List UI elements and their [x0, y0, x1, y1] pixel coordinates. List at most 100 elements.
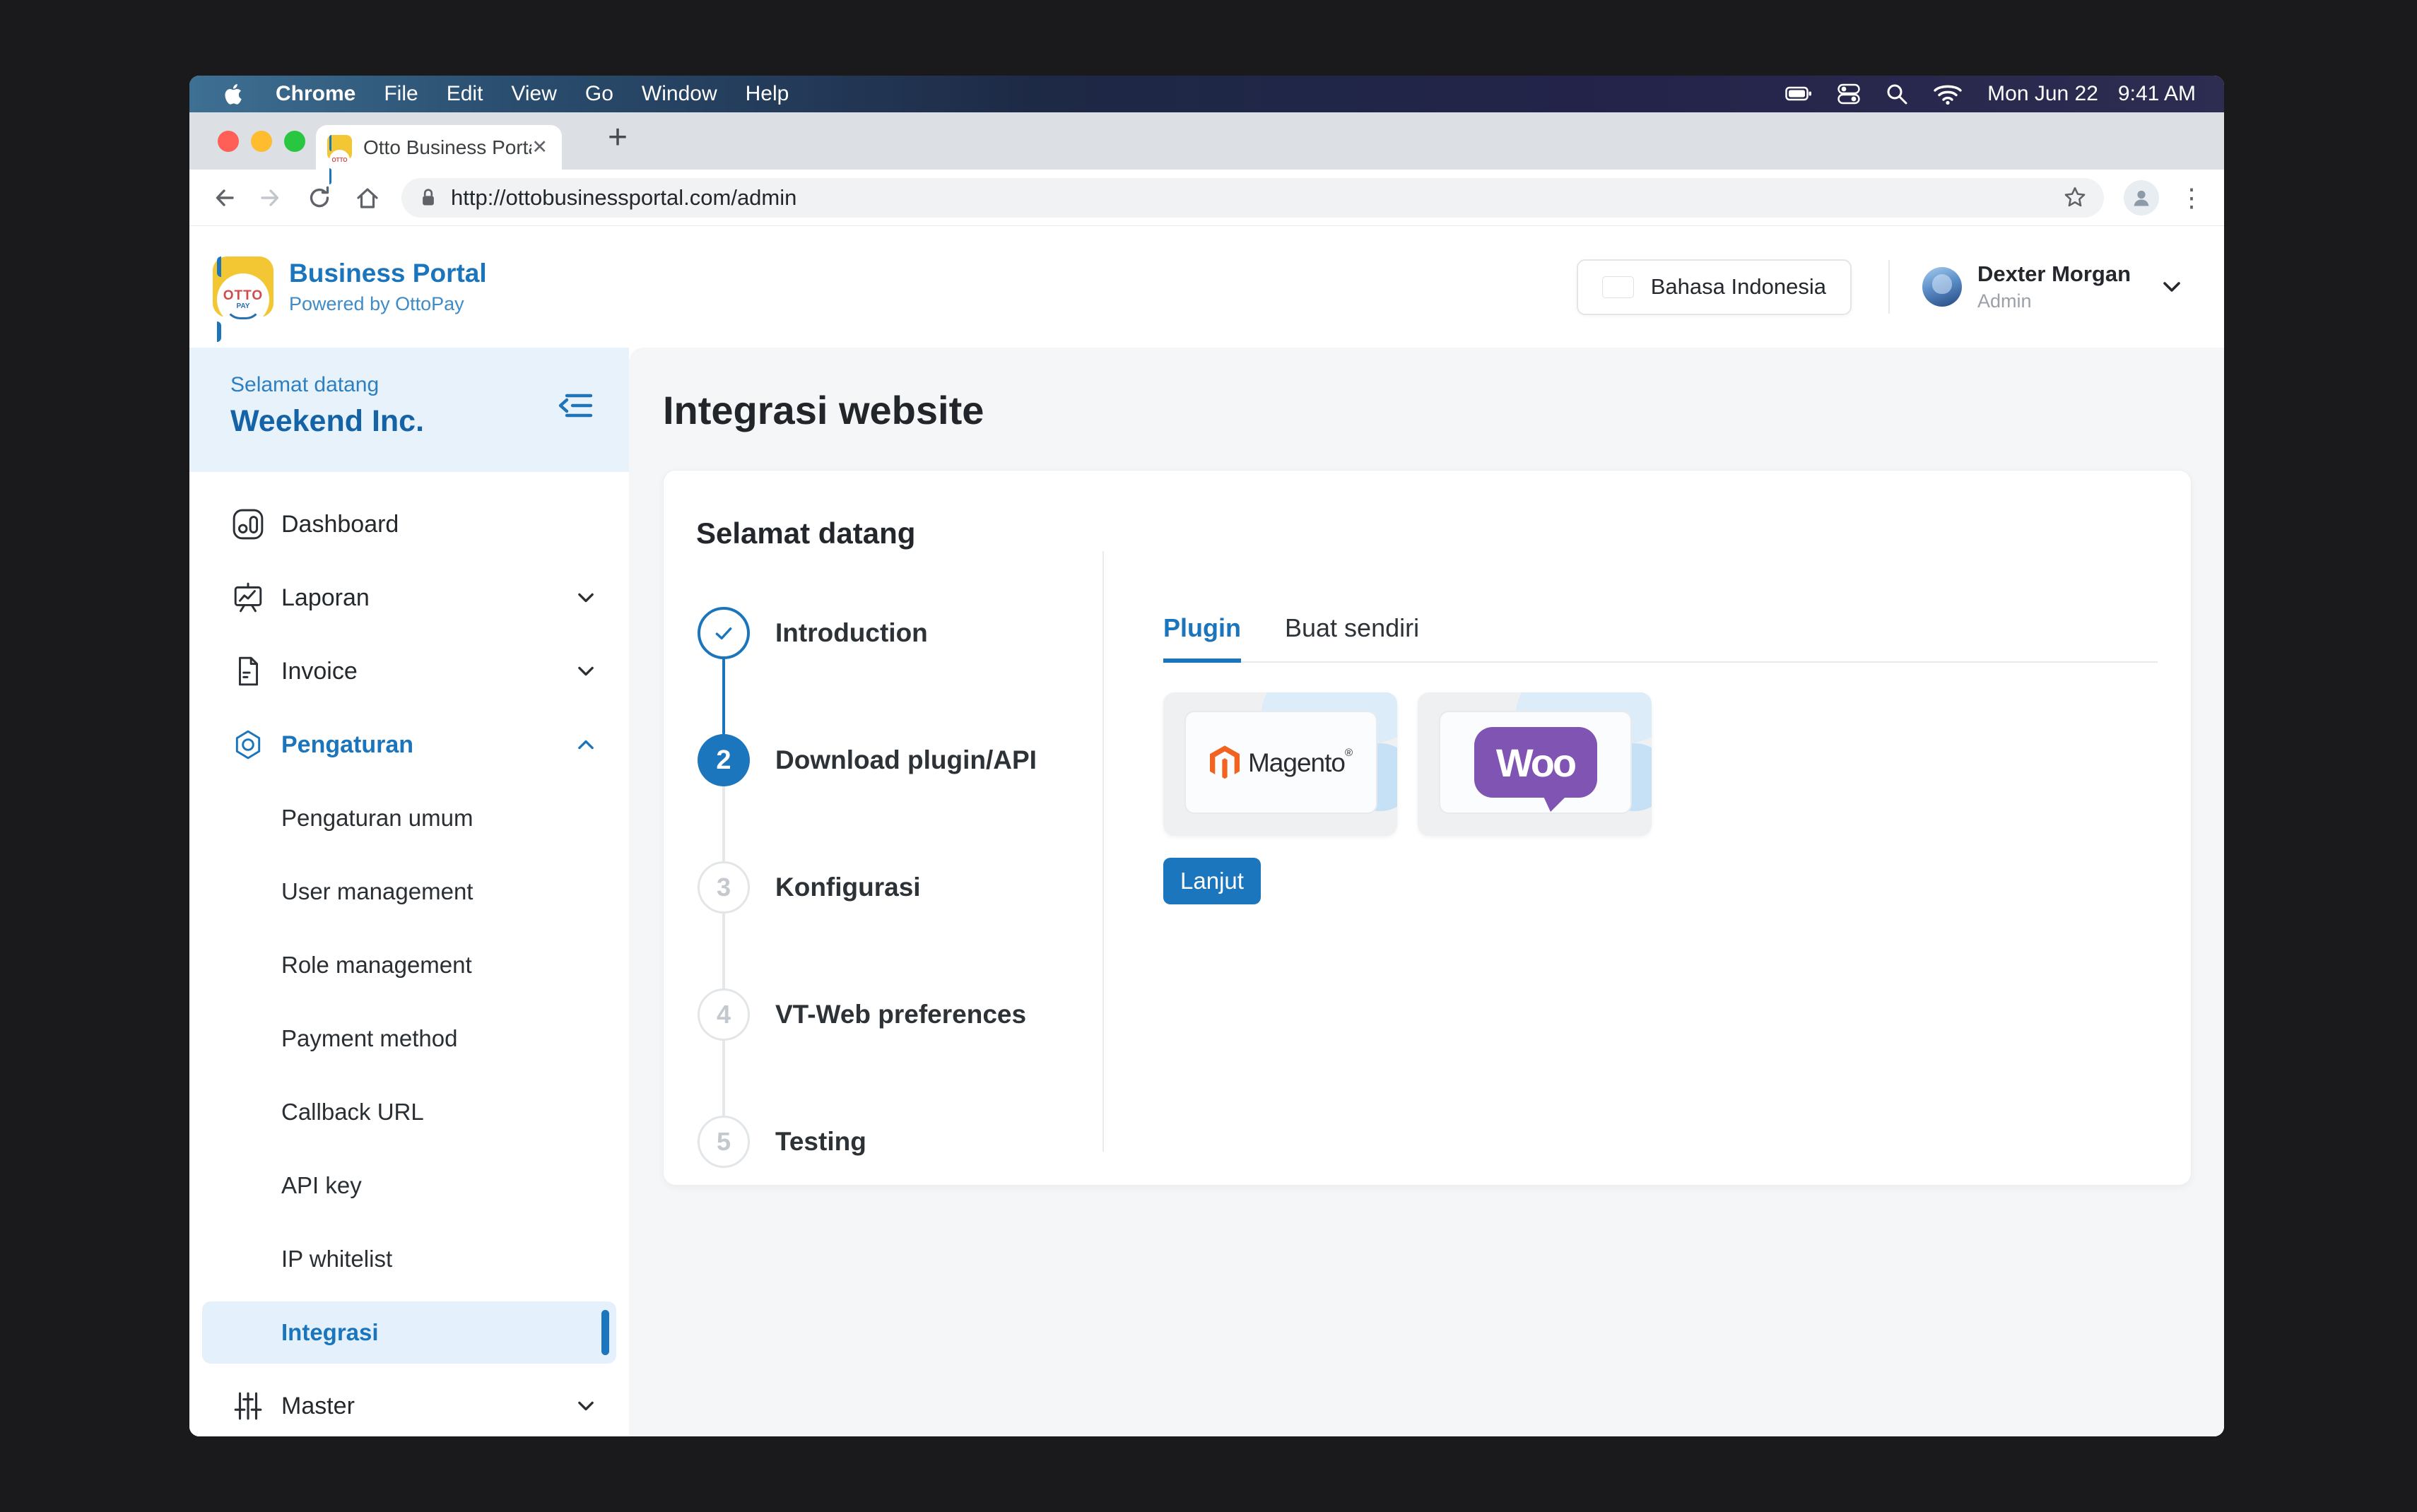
magento-icon [1210, 745, 1240, 779]
control-center-icon[interactable] [1837, 83, 1860, 105]
logo-text: OTTO [223, 289, 263, 302]
minimize-window-button[interactable] [251, 131, 272, 152]
sidebar-item-invoice[interactable]: Invoice [189, 634, 629, 708]
step-label: Introduction [775, 618, 928, 648]
home-icon [353, 184, 382, 212]
back-icon [209, 184, 237, 212]
user-role: Admin [1977, 290, 2131, 312]
sidebar-item-pengaturan[interactable]: Pengaturan [189, 708, 629, 781]
step-circle-todo: 4 [698, 988, 750, 1041]
bookmark-star-icon[interactable] [2063, 186, 2087, 210]
main-content: Integrasi website Selamat datang [629, 348, 2224, 1436]
screen: Chrome File Edit View Go Window Help Mon… [189, 76, 2224, 1436]
battery-icon[interactable] [1785, 85, 1812, 103]
invoice-icon [232, 655, 264, 687]
menu-kebab-icon[interactable]: ⋮ [2179, 185, 2204, 211]
sidebar-subitem-pengaturan-umum[interactable]: Pengaturan umum [189, 781, 629, 855]
step-label: Testing [775, 1127, 866, 1157]
welcome-panel: Selamat datang Weekend Inc. [189, 348, 629, 472]
search-icon[interactable] [1886, 83, 1908, 105]
back-button[interactable] [209, 184, 237, 212]
menubar-item-window[interactable]: Window [642, 82, 717, 106]
sliders-icon [232, 1390, 264, 1422]
woocommerce-tile: Woo [1439, 711, 1632, 814]
sidebar-item-label: Pengaturan [281, 731, 413, 759]
sidebar-subitem-ip-whitelist[interactable]: IP whitelist [189, 1222, 629, 1296]
tab-close-icon[interactable]: ✕ [531, 136, 548, 158]
magento-tile: Magento® [1184, 711, 1377, 814]
address-bar[interactable]: http://ottobusinessportal.com/admin [401, 178, 2104, 218]
sidebar-item-master[interactable]: Master [189, 1369, 629, 1436]
zoom-window-button[interactable] [284, 131, 305, 152]
sidebar-menu: Dashboard Laporan [189, 472, 629, 1436]
magento-logo: Magento® [1210, 745, 1352, 779]
menubar-item-edit[interactable]: Edit [447, 82, 483, 106]
url-text[interactable]: http://ottobusinessportal.com/admin [451, 185, 2050, 211]
forward-button[interactable] [257, 184, 286, 212]
check-icon [709, 618, 739, 648]
tab-buat-sendiri[interactable]: Buat sendiri [1285, 613, 1419, 661]
browser-profile-button[interactable] [2124, 180, 2159, 215]
menubar-date[interactable]: Mon Jun 22 [1987, 82, 2098, 106]
step-download-plugin-api[interactable]: 2 Download plugin/API [696, 697, 1102, 824]
settings-icon [232, 728, 264, 761]
sidebar-subitem-label: Integrasi [281, 1319, 379, 1346]
browser-tab[interactable]: OTTO Otto Business Portal ✕ [316, 125, 562, 170]
language-selector-button[interactable]: Bahasa Indonesia [1577, 259, 1852, 315]
menubar-item-file[interactable]: File [384, 82, 418, 106]
reload-icon [305, 184, 334, 212]
tab-title: Otto Business Portal [363, 136, 531, 159]
plugin-card-woocommerce[interactable]: Woo [1418, 692, 1652, 836]
plugin-card-magento[interactable]: Magento® [1163, 692, 1397, 836]
page-title: Integrasi website [663, 387, 2192, 433]
step-introduction[interactable]: Introduction [696, 569, 1102, 697]
home-button[interactable] [353, 184, 382, 212]
woocommerce-logo: Woo [1474, 727, 1597, 798]
sidebar-subitem-api-key[interactable]: API key [189, 1149, 629, 1222]
close-window-button[interactable] [218, 131, 239, 152]
menubar-item-view[interactable]: View [511, 82, 556, 106]
setup-stepper: Introduction 2 Download plugin/API 3 Kon… [696, 551, 1104, 1152]
woo-label: Woo [1496, 740, 1575, 786]
card-title: Selamat datang [696, 516, 2191, 551]
sidebar-item-laporan[interactable]: Laporan [189, 561, 629, 634]
wifi-icon[interactable] [1934, 83, 1962, 105]
sidebar-subitem-user-management[interactable]: User management [189, 855, 629, 928]
sidebar-subitem-callback-url[interactable]: Callback URL [189, 1075, 629, 1149]
magento-label: Magento® [1248, 747, 1352, 778]
continue-button[interactable]: Lanjut [1163, 858, 1261, 904]
step-circle-done [698, 607, 750, 659]
plugin-tabs: Plugin Buat sendiri [1163, 613, 2158, 663]
collapse-sidebar-button[interactable] [557, 391, 594, 420]
brand-subtitle: Powered by OttoPay [289, 293, 487, 315]
step-testing[interactable]: 5 Testing [696, 1078, 1102, 1205]
reload-button[interactable] [305, 184, 334, 212]
apple-menu[interactable] [225, 83, 243, 105]
menubar-item-help[interactable]: Help [746, 82, 789, 106]
sidebar-subitem-integrasi-active[interactable]: Integrasi [202, 1301, 616, 1364]
ottopay-favicon: OTTO [327, 135, 352, 160]
step-konfigurasi[interactable]: 3 Konfigurasi [696, 824, 1102, 951]
macos-menubar: Chrome File Edit View Go Window Help Mon… [189, 76, 2224, 112]
chevron-down-icon [575, 663, 596, 679]
indonesia-flag-icon [1602, 276, 1634, 298]
sidebar-item-dashboard[interactable]: Dashboard [189, 488, 629, 561]
integration-card: Selamat datang Introduction [663, 470, 2192, 1186]
sidebar-item-label: Dashboard [281, 511, 399, 538]
desktop-background: Chrome File Edit View Go Window Help Mon… [0, 0, 2417, 1512]
user-menu-button[interactable] [2160, 278, 2183, 295]
dashboard-icon [232, 508, 264, 541]
menubar-time[interactable]: 9:41 AM [2118, 82, 2196, 106]
collapse-sidebar-icon [557, 391, 594, 420]
menubar-item-go[interactable]: Go [585, 82, 613, 106]
tab-plugin[interactable]: Plugin [1163, 613, 1241, 663]
sidebar-subitem-payment-method[interactable]: Payment method [189, 1002, 629, 1075]
report-icon [232, 581, 264, 614]
new-tab-button[interactable]: + [608, 118, 628, 157]
menubar-item-chrome[interactable]: Chrome [276, 82, 355, 106]
sidebar-subitem-role-management[interactable]: Role management [189, 928, 629, 1002]
step-vt-web-preferences[interactable]: 4 VT-Web preferences [696, 951, 1102, 1078]
user-avatar[interactable] [1922, 267, 1962, 307]
brand-title: Business Portal [289, 259, 487, 288]
step-label: Download plugin/API [775, 745, 1037, 775]
